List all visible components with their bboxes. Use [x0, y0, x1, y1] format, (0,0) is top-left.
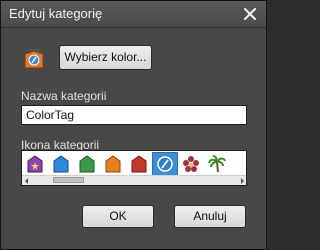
scroll-left-icon[interactable]	[22, 176, 31, 185]
close-icon[interactable]	[240, 4, 260, 24]
choose-color-button[interactable]: Wybierz kolor...	[59, 45, 152, 70]
flower-icon[interactable]	[178, 152, 204, 176]
category-name-field[interactable]: ColorTag	[21, 105, 247, 125]
dialog-body: Wybierz kolor... Nazwa kategorii ColorTa…	[1, 28, 266, 249]
color-tag-icon[interactable]	[152, 152, 178, 176]
category-preview-icon	[23, 48, 45, 70]
dialog-title: Edytuj kategorię	[9, 6, 103, 21]
scroll-right-icon[interactable]	[237, 176, 246, 185]
icon-row	[22, 152, 230, 176]
scrollbar-thumb[interactable]	[53, 177, 84, 183]
edit-category-dialog: Edytuj kategorię Wybierz kolor... Nazwa …	[0, 0, 267, 250]
category-icon-list	[21, 150, 247, 186]
orange-tag-icon[interactable]	[100, 152, 126, 176]
purple-tag-star-icon[interactable]	[22, 152, 48, 176]
red-tag-icon[interactable]	[126, 152, 152, 176]
cancel-button[interactable]: Anuluj	[174, 205, 246, 228]
palm-tree-icon[interactable]	[204, 152, 230, 176]
blue-tag-icon[interactable]	[48, 152, 74, 176]
title-bar: Edytuj kategorię	[1, 1, 266, 28]
green-tag-icon[interactable]	[74, 152, 100, 176]
icon-list-scrollbar[interactable]	[22, 175, 246, 185]
category-name-label: Nazwa kategorii	[21, 89, 107, 103]
ok-button[interactable]: OK	[82, 205, 154, 228]
